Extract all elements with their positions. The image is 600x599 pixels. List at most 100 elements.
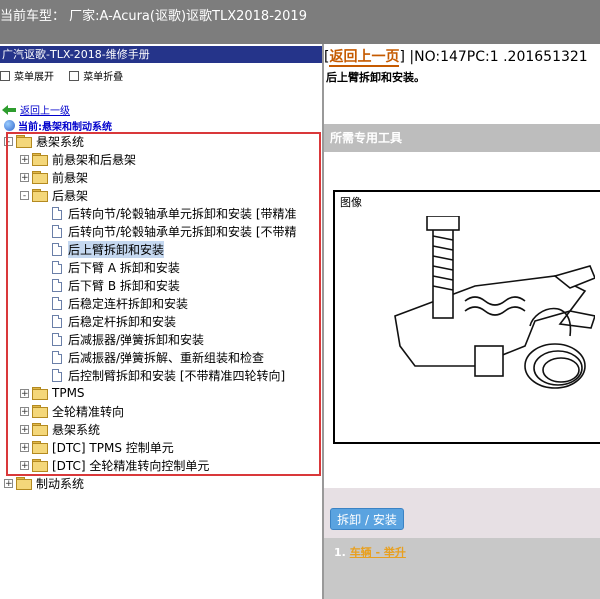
current-location: 当前:悬架和制动系统 <box>4 118 112 133</box>
tree-item-label: 后减振器/弹簧拆解、重新组装和检查 <box>68 350 265 365</box>
ball-joint-remover-illustration <box>394 216 595 389</box>
back-to-parent-link[interactable]: 返回上一级 <box>2 102 70 117</box>
expand-node-icon[interactable]: + <box>20 388 29 398</box>
tree-folder-item[interactable]: - 悬架系统 <box>4 132 84 150</box>
tree-item-label: 悬架系统 <box>36 134 85 149</box>
figure-label: 图像 <box>340 196 362 209</box>
document-content-pane: [返回上一页] |NO:147PC:1 .201651321 后上臂拆卸和安装。… <box>324 44 600 599</box>
tree-item-label: 全轮精准转向 <box>52 404 125 419</box>
back-page-button[interactable]: 返回上一页 <box>329 49 400 67</box>
folder-icon <box>32 459 48 472</box>
step-number: 1. <box>334 546 346 559</box>
step-1-link[interactable]: 车辆 - 举升 <box>350 546 406 559</box>
tree-folder-item[interactable]: - 后悬架 <box>20 186 88 204</box>
tree-document-item[interactable]: 后转向节/轮毂轴承单元拆卸和安装 [不带精 <box>52 222 297 240</box>
tree-toolbar: 菜单展开 菜单折叠 <box>0 68 135 84</box>
document-icon <box>52 314 62 328</box>
tree-item-label: 前悬架和后悬架 <box>52 152 137 167</box>
document-icon <box>52 242 62 256</box>
collapse-all-label: 菜单折叠 <box>83 72 124 83</box>
tree-item-label: 前悬架 <box>52 170 89 185</box>
tree-document-item[interactable]: 后减振器/弹簧拆卸和安装 <box>52 330 204 348</box>
expand-node-icon[interactable]: + <box>20 406 29 416</box>
tree-document-item[interactable]: 后转向节/轮毂轴承单元拆卸和安装 [带精准 <box>52 204 297 222</box>
folder-icon <box>16 477 32 490</box>
special-tools-section-header: 所需专用工具 <box>324 124 600 152</box>
manual-title-header: 广汽讴歌-TLX-2018-维修手册 <box>0 46 322 63</box>
special-tool-figure: 图像 <box>333 190 600 444</box>
expand-node-icon[interactable]: + <box>20 424 29 434</box>
document-icon <box>52 296 62 310</box>
collapse-node-icon[interactable]: - <box>20 190 29 200</box>
document-icon <box>52 332 62 346</box>
tree-folder-item[interactable]: + 前悬架和后悬架 <box>20 150 136 168</box>
tree-document-item[interactable]: 后下臂 B 拆卸和安装 <box>52 276 180 294</box>
tree-item-label: 后稳定杆拆卸和安装 <box>68 314 177 329</box>
tree-folder-item[interactable]: + [DTC] 全轮精准转向控制单元 <box>20 456 209 474</box>
globe-icon <box>4 120 15 131</box>
expand-node-icon[interactable]: + <box>20 154 29 164</box>
folder-icon <box>32 153 48 166</box>
tree-folder-item[interactable]: + 前悬架 <box>20 168 88 186</box>
folder-icon <box>32 405 48 418</box>
document-subtitle: 后上臂拆卸和安装。 <box>326 71 425 84</box>
tree-folder-item[interactable]: + 全轮精准转向 <box>20 402 124 420</box>
manual-navigation-pane: 广汽讴歌-TLX-2018-维修手册 菜单展开 菜单折叠 返回上一级 当前:悬架… <box>0 44 324 599</box>
tree-document-item[interactable]: 后控制臂拆卸和安装 [不带精准四轮转向] <box>52 366 285 384</box>
tree-item-label: 后转向节/轮毂轴承单元拆卸和安装 [带精准 <box>68 206 297 221</box>
document-icon <box>52 350 62 364</box>
step-1: 1. 车辆 - 举升 <box>334 544 406 560</box>
document-header: [返回上一页] |NO:147PC:1 .201651321 <box>324 49 588 67</box>
tree-document-item[interactable]: 后上臂拆卸和安装 <box>52 240 165 258</box>
tree-folder-item[interactable]: + [DTC] TPMS 控制单元 <box>20 438 174 456</box>
tree-item-label: 后悬架 <box>52 188 89 203</box>
tree-item-label: 悬架系统 <box>52 422 101 437</box>
tree-item-label: 后减振器/弹簧拆卸和安装 <box>68 332 205 347</box>
tree-document-item[interactable]: 后稳定连杆拆卸和安装 <box>52 294 188 312</box>
current-location-label: 当前:悬架和制动系统 <box>18 122 112 133</box>
tree-item-label: 后下臂 B 拆卸和安装 <box>68 278 180 293</box>
tree-item-label: 后稳定连杆拆卸和安装 <box>68 296 189 311</box>
tree-document-item[interactable]: 后下臂 A 拆卸和安装 <box>52 258 180 276</box>
document-icon <box>52 206 62 220</box>
tree-item-label: 后上臂拆卸和安装 <box>68 240 165 258</box>
vehicle-model-title: 当前车型： 厂家:A-Acura(讴歌)讴歌TLX2018-2019 <box>0 9 307 24</box>
back-arrow-icon <box>2 104 16 115</box>
tree-document-item[interactable]: 后减振器/弹簧拆解、重新组装和检查 <box>52 348 264 366</box>
tree-item-label: TPMS <box>52 386 85 400</box>
document-icon <box>52 224 62 238</box>
tree-item-label: [DTC] 全轮精准转向控制单元 <box>52 458 210 473</box>
document-icon <box>52 278 62 292</box>
document-icon <box>52 368 62 382</box>
tree-folder-item[interactable]: + 悬架系统 <box>20 420 100 438</box>
tree-folder-item[interactable]: + 制动系统 <box>4 474 84 492</box>
tree-item-label: [DTC] TPMS 控制单元 <box>52 440 174 455</box>
collapse-all-button[interactable]: 菜单折叠 <box>69 68 123 83</box>
document-number: |NO:147PC:1 .201651321 <box>409 49 588 65</box>
document-icon <box>52 260 62 274</box>
folder-icon <box>16 135 32 148</box>
expand-all-button[interactable]: 菜单展开 <box>0 68 54 83</box>
folder-icon <box>32 441 48 454</box>
tree-folder-item[interactable]: + TPMS <box>20 384 85 402</box>
folder-icon <box>32 171 48 184</box>
collapse-node-icon[interactable]: - <box>4 136 13 146</box>
tree-item-label: 后转向节/轮毂轴承单元拆卸和安装 [不带精 <box>68 224 297 239</box>
expand-node-icon[interactable]: + <box>20 172 29 182</box>
remove-install-button[interactable]: 拆卸 / 安装 <box>330 508 404 530</box>
expand-node-icon[interactable]: + <box>20 442 29 452</box>
folder-icon <box>32 189 48 202</box>
tree-item-label: 后下臂 A 拆卸和安装 <box>68 260 180 275</box>
tree-document-item[interactable]: 后稳定杆拆卸和安装 <box>52 312 176 330</box>
top-bar: 当前车型： 厂家:A-Acura(讴歌)讴歌TLX2018-2019 <box>0 0 600 44</box>
expand-node-icon[interactable]: + <box>20 460 29 470</box>
folder-icon <box>32 423 48 436</box>
tree-item-label: 后控制臂拆卸和安装 [不带精准四轮转向] <box>68 368 286 383</box>
back-to-parent-label: 返回上一级 <box>20 106 70 117</box>
collapse-icon <box>69 70 80 81</box>
folder-icon <box>32 387 48 400</box>
expand-all-label: 菜单展开 <box>14 72 54 83</box>
tree-item-label: 制动系统 <box>36 476 85 491</box>
expand-icon <box>0 70 10 81</box>
expand-node-icon[interactable]: + <box>4 478 13 488</box>
